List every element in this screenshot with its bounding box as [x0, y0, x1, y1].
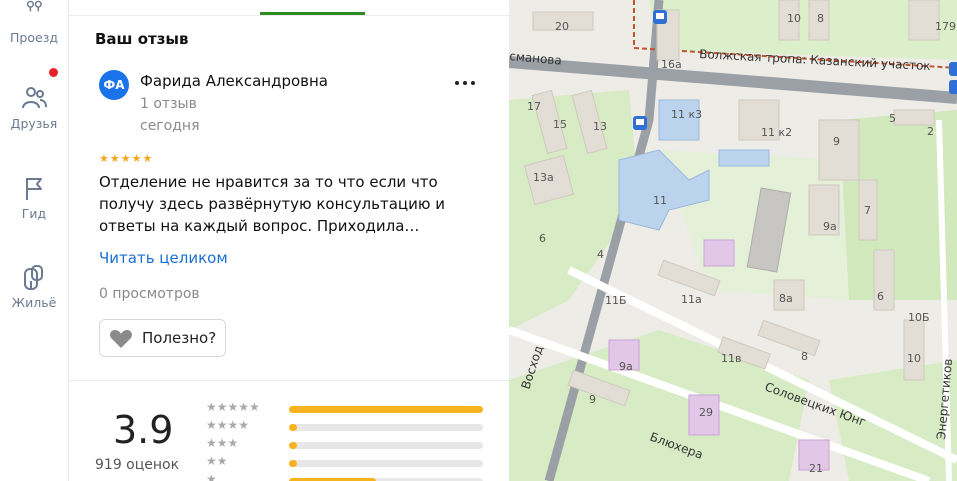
building-label: 5 [889, 112, 896, 125]
building-label: 11а [681, 293, 702, 306]
review-stars: ★★★★★ [99, 152, 154, 165]
building-label: 179 [935, 20, 956, 33]
rating-distribution-row: ★★★ [206, 436, 486, 451]
tab-divider [69, 15, 509, 16]
building-label: 15 [553, 118, 567, 131]
avatar[interactable]: ФА [99, 70, 129, 100]
building-label: 2 [927, 125, 934, 138]
building-label: 8 [817, 12, 824, 25]
rating-distribution-row: ★ [206, 472, 486, 481]
nav-housing[interactable]: Жильё [0, 263, 68, 310]
useful-button[interactable]: Полезно? [99, 319, 226, 357]
rating-distribution-row: ★★ [206, 454, 486, 469]
nav-friends-label: Друзья [10, 116, 58, 131]
building-label: 20 [555, 20, 569, 33]
review-text: Отделение не нравится за то что если что… [99, 173, 445, 235]
views-count: 0 просмотров [99, 286, 200, 302]
notification-badge [49, 68, 58, 77]
bus-stop-icon[interactable] [949, 80, 957, 94]
building-label: 13а [533, 171, 554, 184]
distribution-bar [289, 406, 483, 413]
building-label: 7 [864, 204, 871, 217]
flag-icon [26, 178, 42, 200]
building-label: 17 [527, 100, 541, 113]
building-label: 9 [833, 135, 840, 148]
distribution-bar-fill [289, 424, 297, 431]
housing-icon [24, 265, 43, 290]
building-label: 11 к3 [671, 108, 702, 121]
section-divider [69, 380, 509, 381]
building-label: 10 [787, 12, 801, 25]
building-label: 8а [779, 292, 793, 305]
side-navigation: Проезд Друзья Гид Жильё [0, 0, 69, 481]
rating-distribution-row: ★★★★ [206, 418, 486, 433]
map-view[interactable]: 20 16а 10 8 179 17 15 13 11 к3 11 к2 9 5… [509, 0, 957, 481]
author-review-count: 1 отзыв [140, 96, 197, 112]
building-label: 6 [877, 290, 884, 303]
building-label: 9а [619, 360, 633, 373]
review-panel: Ваш отзыв ФА Фарида Александровна 1 отзы… [69, 0, 509, 481]
building-label: 11 к2 [761, 126, 792, 139]
rating-count: 919 оценок [95, 457, 180, 473]
nav-route-label: Проезд [10, 30, 58, 45]
route-icon [26, 0, 42, 12]
distribution-stars: ★ [206, 472, 217, 481]
building-label: 11Б [605, 294, 627, 307]
more-options-button[interactable] [453, 70, 477, 94]
nav-housing-label: Жильё [11, 295, 57, 310]
useful-label: Полезно? [142, 329, 217, 347]
nav-guide-label: Гид [21, 206, 47, 221]
distribution-stars: ★★★★★ [206, 400, 260, 414]
building-label: 9а [823, 220, 837, 233]
building-label: 11 [653, 194, 667, 207]
distribution-bar-fill [289, 460, 297, 467]
heart-icon [110, 330, 132, 348]
friends-icon [22, 87, 47, 109]
distribution-bar-fill [289, 442, 297, 449]
distribution-stars: ★★★★ [206, 418, 250, 432]
building-label: 10Б [908, 311, 930, 324]
bus-stop-icon[interactable] [949, 62, 957, 76]
building-label: 4 [597, 248, 604, 261]
building-label: 11в [721, 352, 741, 365]
building-label: 8 [801, 350, 808, 363]
read-more-link[interactable]: Читать целиком [99, 249, 228, 267]
rating-value: 3.9 [113, 408, 174, 452]
distribution-bar [289, 442, 483, 449]
review-date: сегодня [140, 118, 200, 134]
rating-distribution-row: ★★★★★ [206, 400, 486, 415]
distribution-bar [289, 460, 483, 467]
building-label: 21 [809, 462, 823, 475]
nav-route[interactable]: Проезд [0, 0, 68, 45]
active-tab-indicator [260, 12, 365, 15]
building-label: 29 [699, 406, 713, 419]
building-label: 10 [907, 352, 921, 365]
building-label: 13 [593, 120, 607, 133]
building-label: 16а [661, 58, 682, 71]
bus-stop-icon[interactable] [633, 116, 647, 130]
distribution-bar-fill [289, 406, 483, 413]
distribution-stars: ★★★ [206, 436, 239, 450]
distribution-bar [289, 424, 483, 431]
building-label: 6 [539, 232, 546, 245]
section-title: Ваш отзыв [95, 30, 189, 48]
bus-stop-icon[interactable] [653, 10, 667, 24]
map-canvas[interactable]: 20 16а 10 8 179 17 15 13 11 к3 11 к2 9 5… [509, 0, 957, 481]
building-label: 9 [589, 393, 596, 406]
nav-guide[interactable]: Гид [0, 174, 68, 221]
distribution-stars: ★★ [206, 454, 228, 468]
author-name[interactable]: Фарида Александровна [140, 72, 328, 90]
nav-friends[interactable]: Друзья [0, 84, 68, 131]
